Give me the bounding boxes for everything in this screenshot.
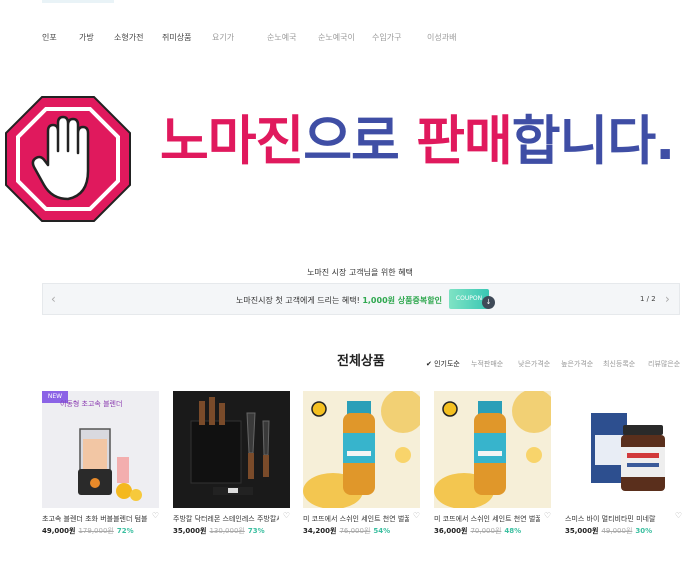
headline-part: 노마진 (160, 111, 304, 172)
original-price: 49,000원 (601, 527, 633, 535)
product-name[interactable]: 미 코뜨에서 스쉬인 세인트 천연 벌꿀 (303, 514, 409, 524)
heart-icon[interactable]: ♡ (544, 511, 551, 520)
discount-rate: 30% (635, 527, 653, 535)
top-accent-line (42, 0, 114, 3)
download-icon[interactable]: ↓ (482, 296, 495, 309)
product-name[interactable]: 스미스 바이 멀티비타민 미네랄 (565, 514, 671, 524)
nav-item[interactable]: 순노예국 (267, 32, 296, 43)
sort-option[interactable]: 리뷰많은순 (648, 359, 680, 369)
product-image-knives[interactable] (173, 391, 290, 508)
product-card[interactable]: ♡ 미 코뜨에서 스쉬인 세인트 천연 벌꿀 36,000원 70,000원 48% (434, 391, 551, 536)
product-card[interactable]: ♡ 주방칼 닥터레몬 스테인레스 주방칼세트 35,000원 130,000원 73… (173, 391, 290, 536)
discount-rate: 73% (247, 527, 265, 535)
coupon-carousel: ‹ 노마진시장 첫 고객에게 드리는 혜택! 1,000원 상품증복할인 COU… (42, 283, 680, 315)
product-image-honey[interactable] (303, 391, 420, 508)
heart-icon[interactable]: ♡ (152, 511, 159, 520)
nav-item[interactable]: 소형가전 (114, 32, 143, 43)
hero-banner[interactable]: 노마진으로 판매합니다. (0, 95, 700, 230)
product-name[interactable]: 미 코뜨에서 스쉬인 세인트 천연 벌꿀 (434, 514, 540, 524)
hero-headline: 노마진으로 판매합니다. (160, 115, 675, 168)
discount-rate: 72% (116, 527, 134, 535)
page-indicator: 1 / 2 (640, 295, 656, 303)
nav-item[interactable]: 순노예국이 (318, 32, 355, 43)
product-prices: 34,200원 76,000원 54% (303, 526, 420, 536)
image-caption: 이동형 초고속 블렌더 (60, 400, 123, 408)
nav-item[interactable]: 수입가구 (372, 32, 401, 43)
product-prices: 35,000원 130,000원 73% (173, 526, 290, 536)
nav-item[interactable]: 인포 (42, 32, 57, 43)
nav-item[interactable]: 이성과배 (427, 32, 456, 43)
honey-jar-image (434, 391, 551, 508)
product-prices: 35,000원 49,000원 30% (565, 526, 682, 536)
benefits-title: 노마진 시장 고객님을 위한 혜택 (307, 268, 413, 277)
discount-rate: 54% (373, 527, 391, 535)
original-price: 70,000원 (470, 527, 502, 535)
product-image-blender[interactable]: NEW 이동형 초고속 블렌더 (42, 391, 159, 508)
sort-option[interactable]: 높은가격순 (561, 359, 593, 369)
nav-item[interactable]: 요기가 (212, 32, 234, 43)
product-card[interactable]: ♡ 미 코뜨에서 스쉬인 세인트 천연 벌꿀 34,200원 76,000원 54% (303, 391, 420, 536)
headline-part: 판매 (416, 111, 513, 172)
product-name[interactable]: 초고속 블렌더 초화 버블블렌더 텀블러 (42, 514, 148, 524)
price: 35,000원 (173, 527, 207, 535)
product-image-honey[interactable] (434, 391, 551, 508)
coupon-text-highlight: 1,000원 상품증복할인 (362, 296, 442, 305)
knife-set-image (173, 391, 290, 508)
heart-icon[interactable]: ♡ (413, 511, 420, 520)
category-nav: 인포 가방 소형가전 쥐미상품 요기가 순노예국 순노예국이 수입가구 이성과배 (42, 32, 700, 46)
price: 49,000원 (42, 527, 76, 535)
sort-option[interactable]: 누적판매순 (471, 359, 503, 369)
product-name[interactable]: 주방칼 닥터레몬 스테인레스 주방칼세트 (173, 514, 279, 524)
heart-icon[interactable]: ♡ (675, 511, 682, 520)
section-title: 전체상품 (337, 354, 385, 369)
stop-hand-icon (5, 96, 131, 222)
sort-option[interactable]: 낮은가격순 (518, 359, 550, 369)
price: 35,000원 (565, 527, 599, 535)
product-image-supplement[interactable] (565, 391, 682, 508)
product-prices: 49,000원 179,000원 72% (42, 526, 159, 536)
coupon-text[interactable]: 노마진시장 첫 고객에게 드리는 혜택! 1,000원 상품증복할인 (236, 295, 442, 306)
honey-jar-image (303, 391, 420, 508)
nav-item[interactable]: 가방 (79, 32, 94, 43)
product-card[interactable]: ♡ 스미스 바이 멀티비타민 미네랄 35,000원 49,000원 30% (565, 391, 682, 536)
headline-part: 합니다. (511, 111, 675, 172)
discount-rate: 48% (504, 527, 522, 535)
price: 36,000원 (434, 527, 468, 535)
chevron-left-icon[interactable]: ‹ (51, 292, 56, 306)
heart-icon[interactable]: ♡ (283, 511, 290, 520)
original-price: 76,000원 (339, 527, 371, 535)
supplement-bottle-image (565, 391, 682, 508)
price: 34,200원 (303, 527, 337, 535)
chevron-right-icon[interactable]: › (665, 292, 670, 306)
headline-part: 으로 (303, 111, 417, 172)
coupon-text-prefix: 노마진시장 첫 고객에게 드리는 혜택! (236, 296, 360, 305)
sort-option-popular[interactable]: ✔ 인기도순 (426, 359, 460, 369)
product-card[interactable]: NEW 이동형 초고속 블렌더 ♡ 초고속 블렌더 초화 버블블렌더 텀블러 4… (42, 391, 159, 536)
sort-option[interactable]: 최신등록순 (603, 359, 635, 369)
product-prices: 36,000원 70,000원 48% (434, 526, 551, 536)
original-price: 179,000원 (78, 527, 114, 535)
original-price: 130,000원 (209, 527, 245, 535)
nav-item[interactable]: 쥐미상품 (162, 32, 191, 43)
